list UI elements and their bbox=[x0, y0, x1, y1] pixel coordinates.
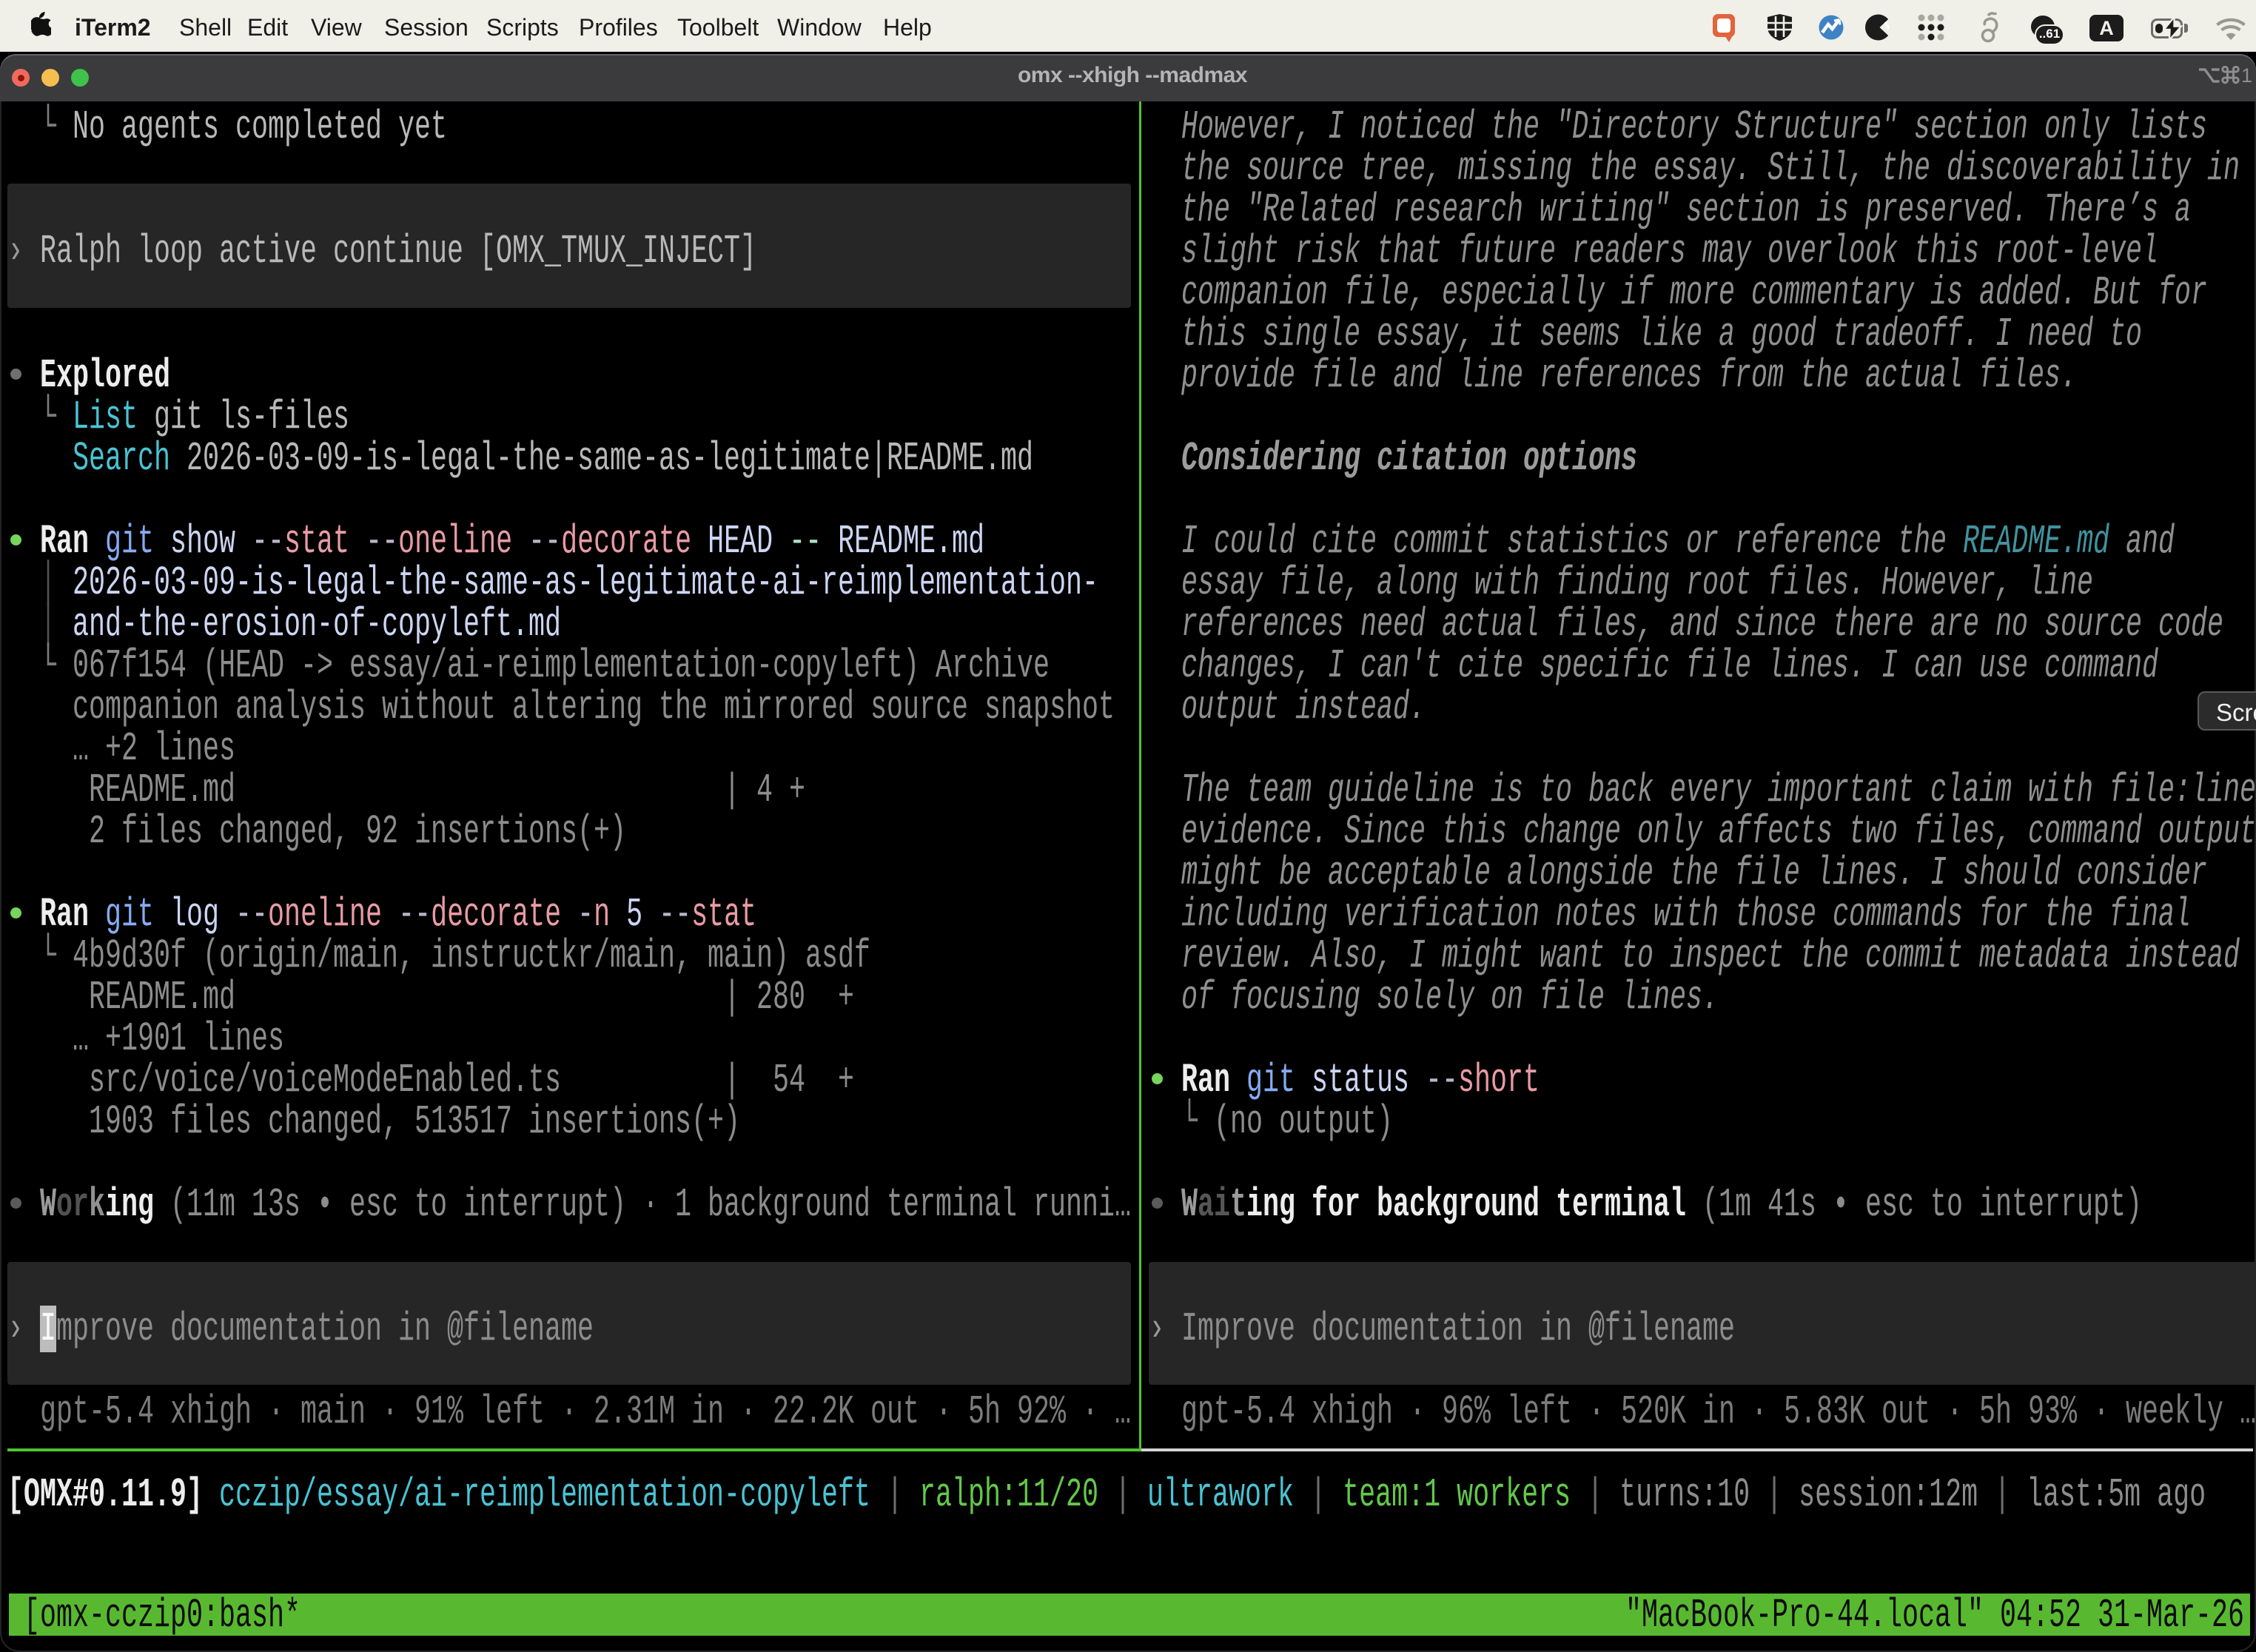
svg-text:1: 1 bbox=[2241, 66, 2252, 85]
